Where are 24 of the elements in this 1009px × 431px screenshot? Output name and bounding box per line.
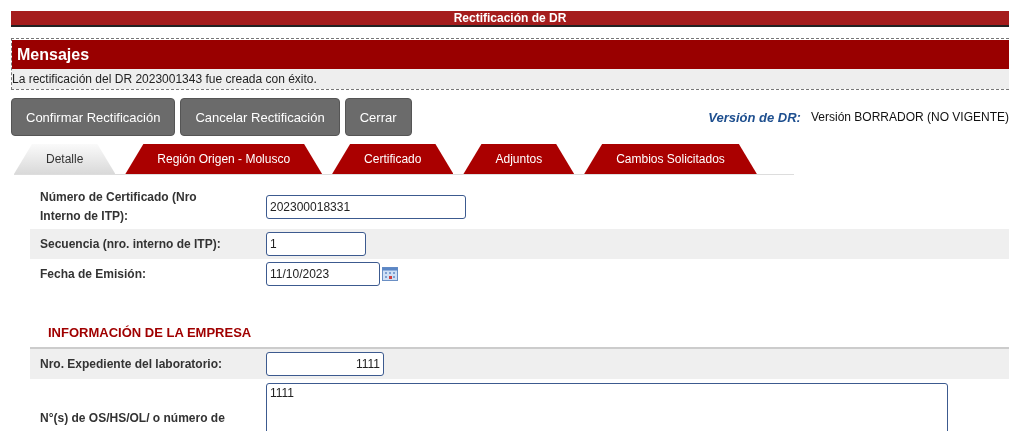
success-message: La rectificación del DR 2023001343 fue creada con éxito. (12, 69, 1009, 89)
input-field[interactable]: 11/10/2023 (266, 262, 380, 286)
input-field[interactable]: 1 (266, 232, 366, 256)
tab[interactable]: Región Origen - Molusco (125, 144, 323, 174)
page-header: Rectificación de DR (11, 11, 1009, 27)
version-value: Versión BORRADOR (NO VIGENTE) (810, 110, 1009, 124)
input-field[interactable]: 202300018331 (266, 195, 466, 219)
field-label: Nro. Expediente del laboratorio: (39, 355, 224, 373)
action-button[interactable]: Cerrar (344, 98, 412, 136)
action-button[interactable]: Confirmar Rectificación (11, 98, 176, 136)
field-label: Fecha de Emisión: (39, 265, 148, 283)
tab[interactable]: Cambios Solicitados (584, 144, 757, 174)
input-field[interactable]: 1111 (266, 352, 384, 376)
field-label: Número de Certificado (Nro Interno de ITP): (39, 189, 198, 225)
field-label: N°(s) de OS/HS/OL/ o número de (39, 410, 226, 427)
tab[interactable]: Detalle (14, 144, 116, 174)
calendar-icon[interactable] (382, 267, 398, 281)
text-area[interactable]: 1111 (266, 383, 948, 431)
tab[interactable]: Certificado (332, 144, 454, 174)
version-label: Versión de DR: (708, 109, 801, 125)
tab[interactable]: Adjuntos (463, 144, 575, 174)
messages-title: Mensajes (12, 40, 1009, 69)
action-button[interactable]: Cancelar Rectificación (180, 98, 340, 136)
field-label: Secuencia (nro. interno de ITP): (39, 235, 222, 253)
